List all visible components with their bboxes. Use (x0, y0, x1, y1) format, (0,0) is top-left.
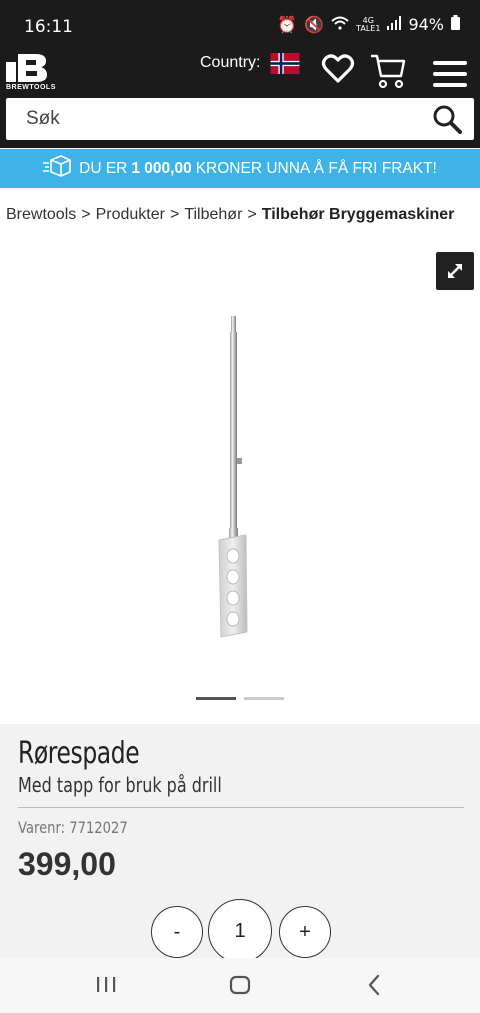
breadcrumb-item[interactable]: Brewtools (6, 206, 76, 223)
cart-icon[interactable] (370, 52, 406, 95)
system-navigation-bar (0, 958, 480, 1013)
country-label: Country: (200, 54, 261, 71)
product-title: Rørespade (18, 736, 140, 771)
breadcrumb: Brewtools > Produkter > Tilbehør > Tilbehør Br… (6, 206, 454, 224)
search-icon[interactable] (432, 104, 462, 139)
divider (18, 807, 464, 808)
recent-apps-icon[interactable] (96, 972, 116, 1001)
quantity-decrease-button[interactable]: - (151, 906, 203, 958)
quantity-value[interactable]: 1 (208, 899, 272, 963)
logo-mark (6, 54, 47, 82)
search-box (6, 98, 474, 140)
fullscreen-expand-button[interactable] (436, 252, 474, 290)
battery-level: 94% (408, 15, 444, 34)
sku-label: Varenr: (18, 818, 66, 837)
product-sku: Varenr: 7712027 (18, 818, 128, 837)
mute-icon: 🔇 (304, 15, 325, 34)
product-price: 399,00 (18, 846, 116, 882)
home-icon[interactable] (229, 972, 251, 1003)
expand-icon (448, 264, 462, 278)
alarm-icon: ⏰ (277, 15, 298, 34)
norway-flag-icon[interactable] (270, 53, 300, 74)
breadcrumb-separator: > (169, 206, 180, 223)
signal-icon (387, 15, 402, 34)
site-header: BREWTOOLS Country: (0, 48, 480, 98)
network-type: 4G TALE1 (356, 16, 381, 33)
package-icon (43, 155, 71, 182)
breadcrumb-separator: > (81, 206, 91, 223)
battery-icon (451, 15, 460, 34)
breadcrumb-current[interactable]: Tilbehør Bryggemaskiner (262, 206, 455, 223)
wishlist-heart-icon[interactable] (321, 52, 355, 91)
status-time: 16:11 (24, 17, 73, 37)
breadcrumb-separator: > (247, 206, 257, 223)
brewtools-logo[interactable]: BREWTOOLS (6, 54, 62, 94)
logo-text: BREWTOOLS (6, 84, 56, 91)
breadcrumb-item[interactable]: Produkter (96, 206, 165, 223)
gallery-dot-2[interactable] (244, 697, 284, 700)
status-icons: ⏰ 🔇 4G TALE1 94% (277, 15, 460, 34)
promo-prefix: DU ER (79, 159, 128, 177)
free-shipping-banner: DU ER 1 000,00 KRONER UNNA Å FÅ FRI FRAK… (0, 149, 480, 188)
network-type-bottom: TALE1 (356, 23, 381, 33)
menu-hamburger-icon[interactable] (433, 61, 467, 92)
gallery-pagination (196, 697, 284, 700)
product-image-stirring-paddle[interactable] (200, 310, 270, 650)
wifi-icon (331, 15, 349, 34)
promo-suffix: KRONER UNNA Å FÅ FRI FRAKT! (195, 159, 437, 177)
quantity-increase-button[interactable]: + (279, 906, 331, 958)
status-bar: 16:11 ⏰ 🔇 4G TALE1 94% (0, 0, 480, 48)
back-icon[interactable] (366, 972, 382, 1003)
breadcrumb-item[interactable]: Tilbehør (184, 206, 242, 223)
sku-value: 7712027 (69, 818, 128, 837)
search-input[interactable] (6, 98, 436, 140)
gallery-dot-1[interactable] (196, 697, 236, 700)
product-subtitle: Med tapp for bruk på drill (18, 773, 222, 797)
promo-amount: 1 000,00 (131, 159, 192, 177)
search-bar-container (0, 98, 480, 148)
product-info-panel: Rørespade Med tapp for bruk på drill Var… (0, 724, 480, 964)
